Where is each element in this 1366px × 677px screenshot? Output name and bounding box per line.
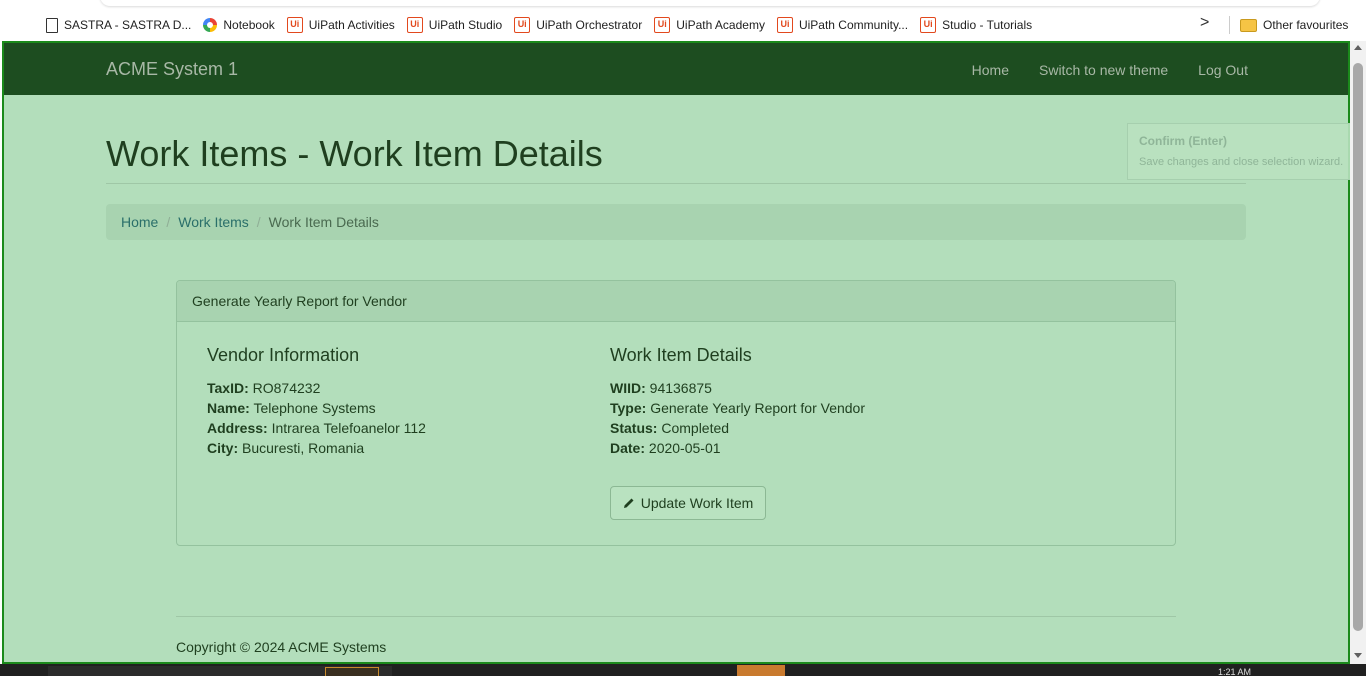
bookmark-label: Notebook xyxy=(223,18,275,32)
footer-copyright: Copyright © 2024 ACME Systems xyxy=(176,639,387,655)
breadcrumb: Home / Work Items / Work Item Details xyxy=(106,204,1246,240)
address-bar[interactable] xyxy=(100,0,1320,6)
breadcrumb-separator: / xyxy=(166,214,171,230)
chevron-right-icon[interactable]: > xyxy=(1200,14,1209,32)
confirm-tooltip: Confirm (Enter) Save changes and close s… xyxy=(1127,123,1366,180)
vertical-scrollbar[interactable] xyxy=(1350,41,1366,664)
uipath-icon: Ui xyxy=(654,17,671,33)
bookmark-label: UiPath Studio xyxy=(428,18,503,32)
navbar: ACME System 1 Home Switch to new theme L… xyxy=(4,43,1348,95)
vendor-information: Vendor Information TaxID: RO874232 Name:… xyxy=(207,345,426,458)
other-favourites[interactable]: Other favourites xyxy=(1240,10,1348,40)
bookmark-uipath-academy[interactable]: Ui UiPath Academy xyxy=(648,14,771,36)
breadcrumb-work-items[interactable]: Work Items xyxy=(178,214,249,230)
bookmark-label: UiPath Academy xyxy=(676,18,765,32)
address-value: Intrarea Telefoanelor 112 xyxy=(271,420,426,436)
work-item-details: Work Item Details WIID: 94136875 Type: G… xyxy=(610,345,865,458)
taxid-row: TaxID: RO874232 xyxy=(207,380,321,396)
other-favourites-label: Other favourites xyxy=(1263,18,1349,32)
browser-top-strip xyxy=(0,0,1366,8)
pencil-icon xyxy=(623,498,634,508)
page-title: Work Items - Work Item Details xyxy=(106,133,603,174)
status-row: Status: Completed xyxy=(610,420,730,436)
uipath-icon: Ui xyxy=(776,17,793,33)
date-value: 2020-05-01 xyxy=(648,440,721,456)
bookmark-label: Studio - Tutorials xyxy=(942,18,1033,32)
nav-links: Home Switch to new theme Log Out xyxy=(972,62,1248,78)
scroll-thumb[interactable] xyxy=(1353,63,1363,631)
bookmark-sastra[interactable]: SASTRA - SASTRA D... xyxy=(40,14,197,36)
breadcrumb-current: Work Item Details xyxy=(268,214,379,230)
breadcrumb-separator: / xyxy=(256,214,261,230)
bookmark-uipath-orchestrator[interactable]: Ui UiPath Orchestrator xyxy=(508,14,648,36)
bookmark-notebook[interactable]: Notebook xyxy=(197,14,280,36)
type-value: Generate Yearly Report for Vendor xyxy=(650,400,866,416)
bookmark-label: UiPath Community... xyxy=(798,18,909,32)
tooltip-description: Save changes and close selection wizard. xyxy=(1139,156,1344,168)
divider xyxy=(176,616,1176,617)
notebook-icon xyxy=(203,18,218,32)
vendor-information-title: Vendor Information xyxy=(207,345,360,365)
uipath-icon: Ui xyxy=(406,17,423,33)
bookmark-uipath-community[interactable]: Ui UiPath Community... xyxy=(771,14,914,36)
tooltip-title: Confirm (Enter) xyxy=(1139,134,1227,148)
taxid-value: RO874232 xyxy=(252,380,321,396)
update-work-item-button[interactable]: Update Work Item xyxy=(610,486,766,520)
city-row: City: Bucuresti, Romania xyxy=(207,440,365,456)
bookmark-label: UiPath Activities xyxy=(308,18,395,32)
bookmark-studio-tutorials[interactable]: Ui Studio - Tutorials xyxy=(914,14,1038,36)
taskbar: 1:21 AM xyxy=(0,664,1366,677)
breadcrumb-home[interactable]: Home xyxy=(121,214,158,230)
bookmarks-bar: SASTRA - SASTRA D... Notebook Ui UiPath … xyxy=(0,10,1366,40)
divider xyxy=(106,183,1246,184)
wiid-value: 94136875 xyxy=(649,380,712,396)
address-row: Address: Intrarea Telefoanelor 112 xyxy=(207,420,426,436)
work-item-panel: Generate Yearly Report for Vendor Vendor… xyxy=(176,280,1176,546)
taskbar-app[interactable] xyxy=(325,667,379,676)
nav-home[interactable]: Home xyxy=(972,62,1009,78)
taskbar-app-active[interactable] xyxy=(737,665,785,676)
divider xyxy=(1229,16,1230,34)
update-work-item-label: Update Work Item xyxy=(640,495,754,511)
status-value: Completed xyxy=(661,420,730,436)
wiid-row: WIID: 94136875 xyxy=(610,380,712,396)
type-row: Type: Generate Yearly Report for Vendor xyxy=(610,400,866,416)
nav-switch-theme[interactable]: Switch to new theme xyxy=(1039,62,1168,78)
bookmark-uipath-studio[interactable]: Ui UiPath Studio xyxy=(401,14,508,36)
nav-log-out[interactable]: Log Out xyxy=(1198,62,1248,78)
folder-icon xyxy=(1240,18,1257,32)
work-item-details-title: Work Item Details xyxy=(610,345,752,365)
date-row: Date: 2020-05-01 xyxy=(610,440,721,456)
city-value: Bucuresti, Romania xyxy=(242,440,365,456)
uipath-icon: Ui xyxy=(514,17,531,33)
scroll-up-icon[interactable] xyxy=(1354,45,1362,50)
brand[interactable]: ACME System 1 xyxy=(106,59,238,80)
uipath-icon: Ui xyxy=(920,17,937,33)
scroll-down-icon[interactable] xyxy=(1354,653,1362,658)
page-icon xyxy=(46,17,58,33)
bookmark-uipath-activities[interactable]: Ui UiPath Activities xyxy=(281,14,401,36)
uipath-icon: Ui xyxy=(286,17,303,33)
name-value: Telephone Systems xyxy=(253,400,376,416)
panel-heading: Generate Yearly Report for Vendor xyxy=(177,281,1175,322)
name-row: Name: Telephone Systems xyxy=(207,400,376,416)
bookmark-label: SASTRA - SASTRA D... xyxy=(64,18,192,32)
bookmark-label: UiPath Orchestrator xyxy=(536,18,643,32)
